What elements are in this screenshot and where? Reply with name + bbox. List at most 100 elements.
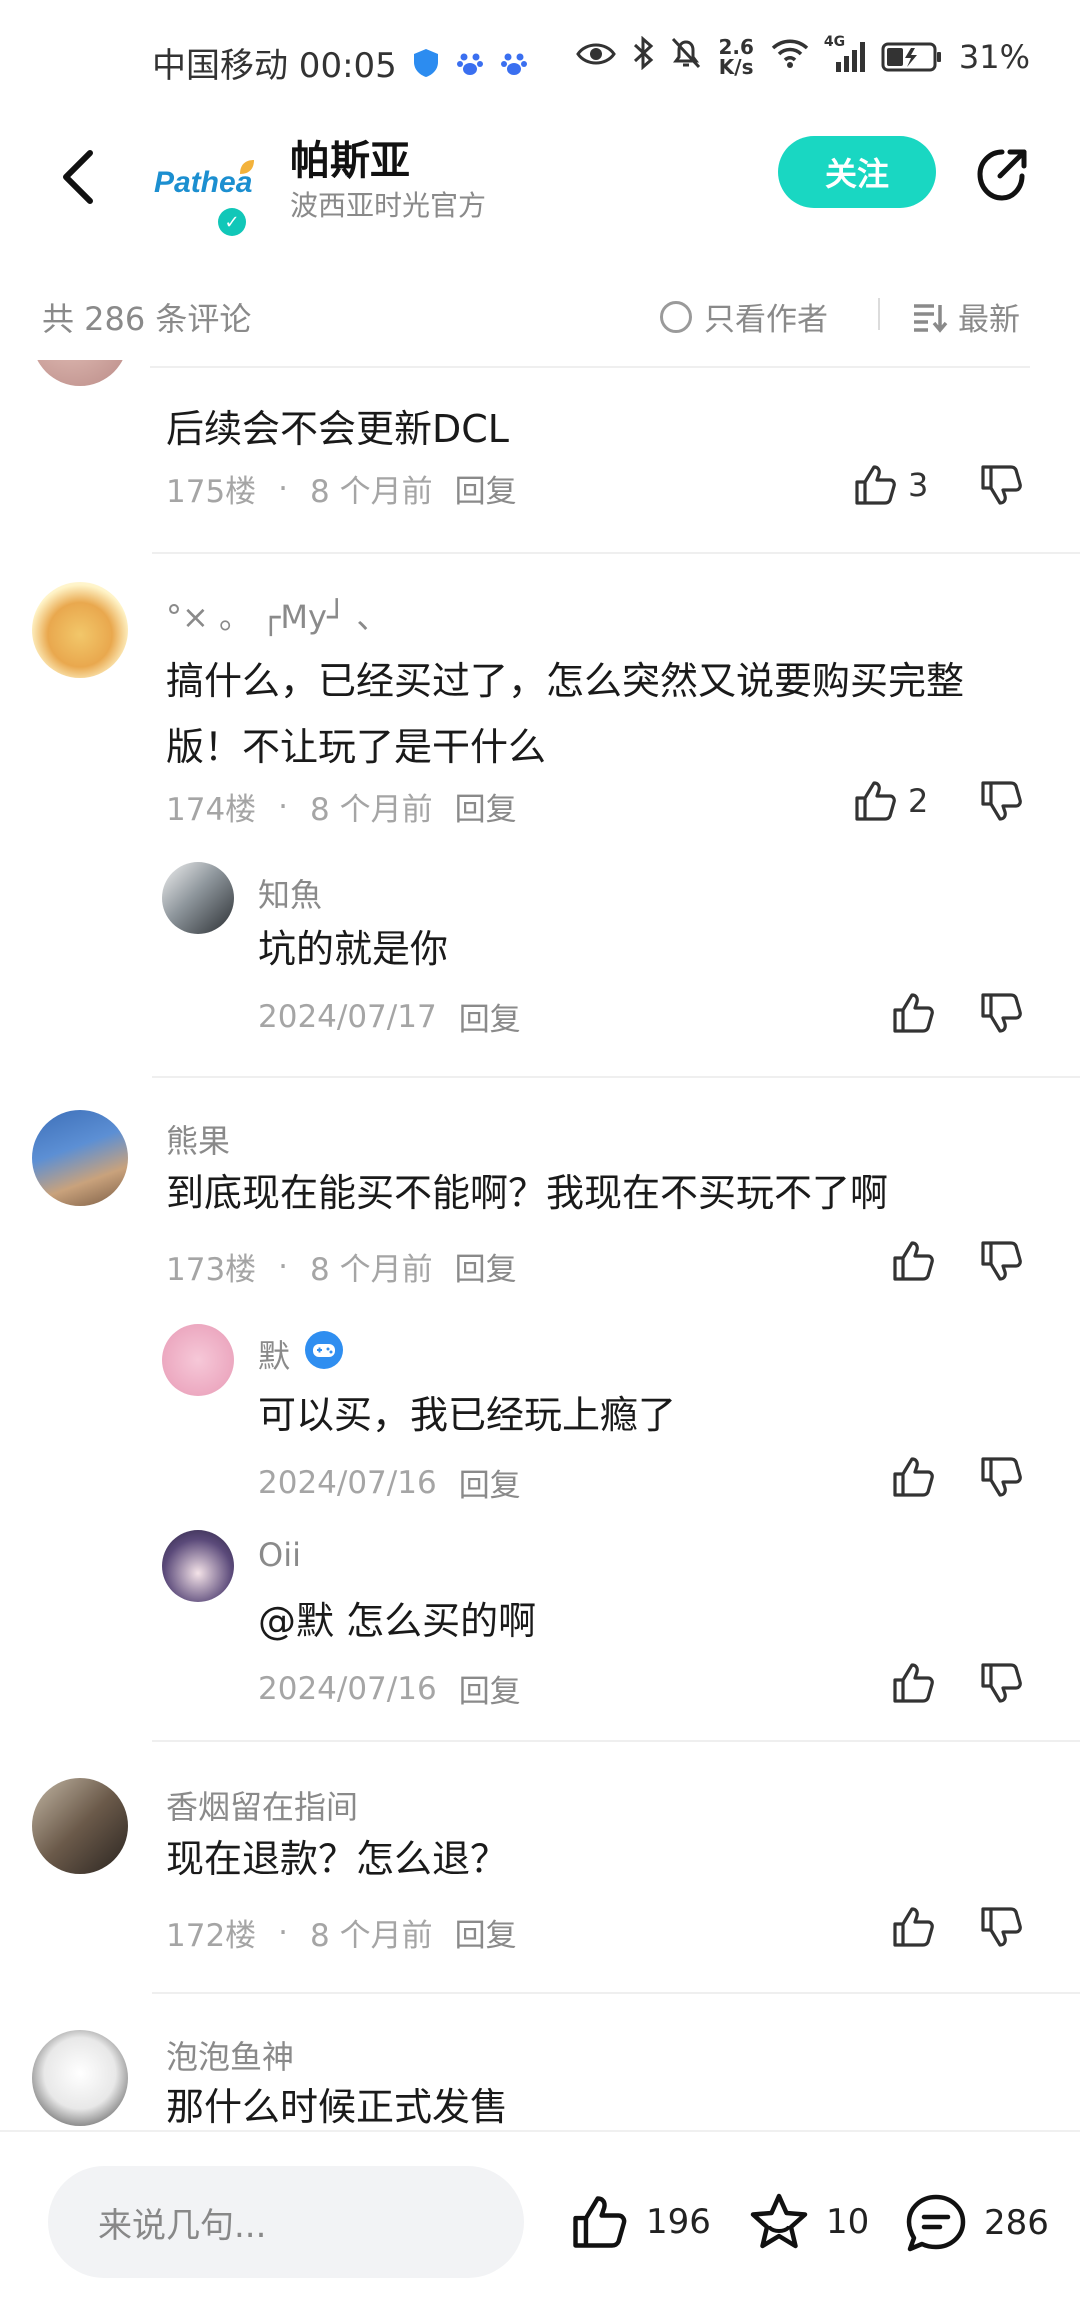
reply-button[interactable]: 回复 bbox=[455, 1244, 517, 1289]
username[interactable]: 知魚 bbox=[258, 870, 322, 916]
reply-text: 坑的就是你 bbox=[258, 927, 449, 971]
status-bar: 中国移动 00:05 2.6 K/s 4G 31% bbox=[0, 0, 1080, 120]
thumbs-down-icon bbox=[981, 1907, 1022, 1947]
reply-button[interactable]: 回复 bbox=[455, 1910, 517, 1955]
bottom-bar: 来说几句... 196 10 286 bbox=[0, 2130, 1080, 2310]
username[interactable]: Oii bbox=[258, 1536, 301, 1574]
avatar[interactable] bbox=[32, 582, 128, 678]
comment-meta: 172楼 · 8 个月前 回复 bbox=[166, 1910, 517, 1955]
net-speed-unit: K/s bbox=[718, 55, 754, 79]
follow-button[interactable]: 关注 bbox=[778, 136, 936, 208]
reply-button[interactable]: 回复 bbox=[459, 1666, 521, 1711]
battery-icon bbox=[881, 42, 943, 72]
sort-separator bbox=[878, 298, 880, 330]
reply-time: 2024/07/17 bbox=[258, 998, 437, 1035]
avatar[interactable] bbox=[32, 360, 128, 386]
wifi-icon bbox=[770, 37, 810, 77]
username[interactable]: °× 。 ┌My┘ 、 bbox=[166, 592, 388, 638]
like-button[interactable]: 3 bbox=[852, 462, 928, 508]
favorite-button[interactable]: 10 bbox=[748, 2192, 869, 2252]
comment-divider bbox=[152, 552, 1080, 554]
comment-divider bbox=[152, 1740, 1080, 1742]
avatar[interactable] bbox=[162, 1530, 234, 1602]
dislike-button[interactable] bbox=[978, 462, 1024, 512]
sort-icon bbox=[914, 303, 948, 333]
thumbs-down-icon bbox=[981, 781, 1022, 821]
dislike-button[interactable] bbox=[978, 1238, 1024, 1288]
avatar[interactable] bbox=[32, 1778, 128, 1874]
reply-button[interactable]: 回复 bbox=[455, 784, 517, 829]
back-button[interactable] bbox=[48, 142, 108, 212]
like-button[interactable] bbox=[890, 1660, 936, 1706]
header: Pathea ✓ 帕斯亚 波西亚时光官方 关注 bbox=[0, 120, 1080, 368]
dislike-button[interactable] bbox=[978, 990, 1024, 1040]
leaf-icon bbox=[238, 158, 256, 180]
bell-off-icon bbox=[670, 36, 702, 78]
like-button[interactable] bbox=[890, 1904, 936, 1950]
verified-icon: ✓ bbox=[218, 208, 246, 236]
like-button[interactable] bbox=[890, 1454, 936, 1500]
thumbs-down-icon bbox=[981, 1663, 1022, 1703]
comment-input[interactable]: 来说几句... bbox=[48, 2166, 524, 2278]
dislike-button[interactable] bbox=[978, 778, 1024, 828]
thumbs-down-icon bbox=[981, 465, 1022, 505]
comment-meta: 174楼 · 8 个月前 回复 bbox=[166, 784, 517, 829]
reply-button[interactable]: 回复 bbox=[455, 466, 517, 511]
username[interactable]: 香烟留在指间 bbox=[166, 1782, 358, 1828]
post-like-count: 196 bbox=[646, 2202, 711, 2242]
like-button[interactable] bbox=[890, 990, 936, 1036]
meta-dot: · bbox=[278, 1914, 289, 1951]
radio-icon bbox=[660, 300, 692, 333]
username[interactable]: 泡泡鱼神 bbox=[166, 2032, 294, 2078]
avatar[interactable] bbox=[162, 1324, 234, 1396]
comment-divider bbox=[152, 1076, 1080, 1078]
bluetooth-icon bbox=[632, 35, 654, 78]
comments-count: 286 bbox=[984, 2203, 1049, 2243]
sort-latest-label: 最新 bbox=[958, 302, 1020, 338]
network-type: 4G bbox=[823, 34, 846, 50]
author-only-toggle[interactable]: 只看作者 bbox=[660, 294, 828, 339]
net-speed-value: 2.6 bbox=[718, 35, 754, 59]
avatar[interactable] bbox=[162, 862, 234, 934]
thumbs-up-icon bbox=[855, 781, 896, 821]
floor-number: 173楼 bbox=[166, 1252, 257, 1288]
dislike-button[interactable] bbox=[978, 1660, 1024, 1710]
battery-level: 31% bbox=[958, 38, 1030, 76]
like-button[interactable] bbox=[890, 1238, 936, 1284]
reply-text: 可以买，我已经玩上瘾了 bbox=[258, 1393, 677, 1437]
thumbs-up-icon bbox=[893, 1241, 934, 1281]
page-title: 帕斯亚 bbox=[290, 138, 410, 184]
sort-latest-button[interactable]: 最新 bbox=[912, 294, 1020, 339]
username[interactable]: 默 bbox=[258, 1330, 344, 1378]
comment-time: 8 个月前 bbox=[310, 792, 433, 828]
reply-button[interactable]: 回复 bbox=[459, 1460, 521, 1505]
dislike-button[interactable] bbox=[978, 1904, 1024, 1954]
share-icon bbox=[977, 149, 1027, 201]
share-button[interactable] bbox=[966, 138, 1038, 210]
like-button[interactable]: 2 bbox=[852, 778, 928, 824]
comment-text: 那什么时候正式发售 bbox=[166, 2085, 509, 2129]
reply-meta: 2024/07/17 回复 bbox=[258, 994, 521, 1039]
comments-button[interactable]: 286 bbox=[904, 2192, 1049, 2254]
comment-time: 8 个月前 bbox=[310, 1252, 433, 1288]
username[interactable]: 熊果 bbox=[166, 1116, 230, 1162]
comment-divider bbox=[152, 1992, 1080, 1994]
username-text: 默 bbox=[258, 1337, 291, 1375]
net-speed: 2.6 K/s bbox=[718, 37, 753, 77]
floor-number: 175楼 bbox=[166, 474, 257, 510]
comment-meta: 173楼 · 8 个月前 回复 bbox=[166, 1244, 517, 1289]
thumbs-up-icon bbox=[573, 2196, 627, 2248]
sort-bar: 共 286 条评论 只看作者 最新 bbox=[0, 286, 1080, 346]
reply-button[interactable]: 回复 bbox=[459, 994, 521, 1039]
paw-app-icon bbox=[455, 48, 485, 78]
reply-time: 2024/07/16 bbox=[258, 1670, 437, 1707]
avatar[interactable] bbox=[32, 2030, 128, 2126]
favorite-count: 10 bbox=[826, 2202, 870, 2242]
comment-total: 共 286 条评论 bbox=[42, 300, 252, 338]
avatar[interactable] bbox=[32, 1110, 128, 1206]
publisher-logo[interactable]: Pathea ✓ bbox=[150, 150, 260, 240]
comment-time: 8 个月前 bbox=[310, 474, 433, 510]
thumbs-up-icon bbox=[893, 1907, 934, 1947]
post-like-button[interactable]: 196 bbox=[568, 2192, 711, 2252]
dislike-button[interactable] bbox=[978, 1454, 1024, 1504]
